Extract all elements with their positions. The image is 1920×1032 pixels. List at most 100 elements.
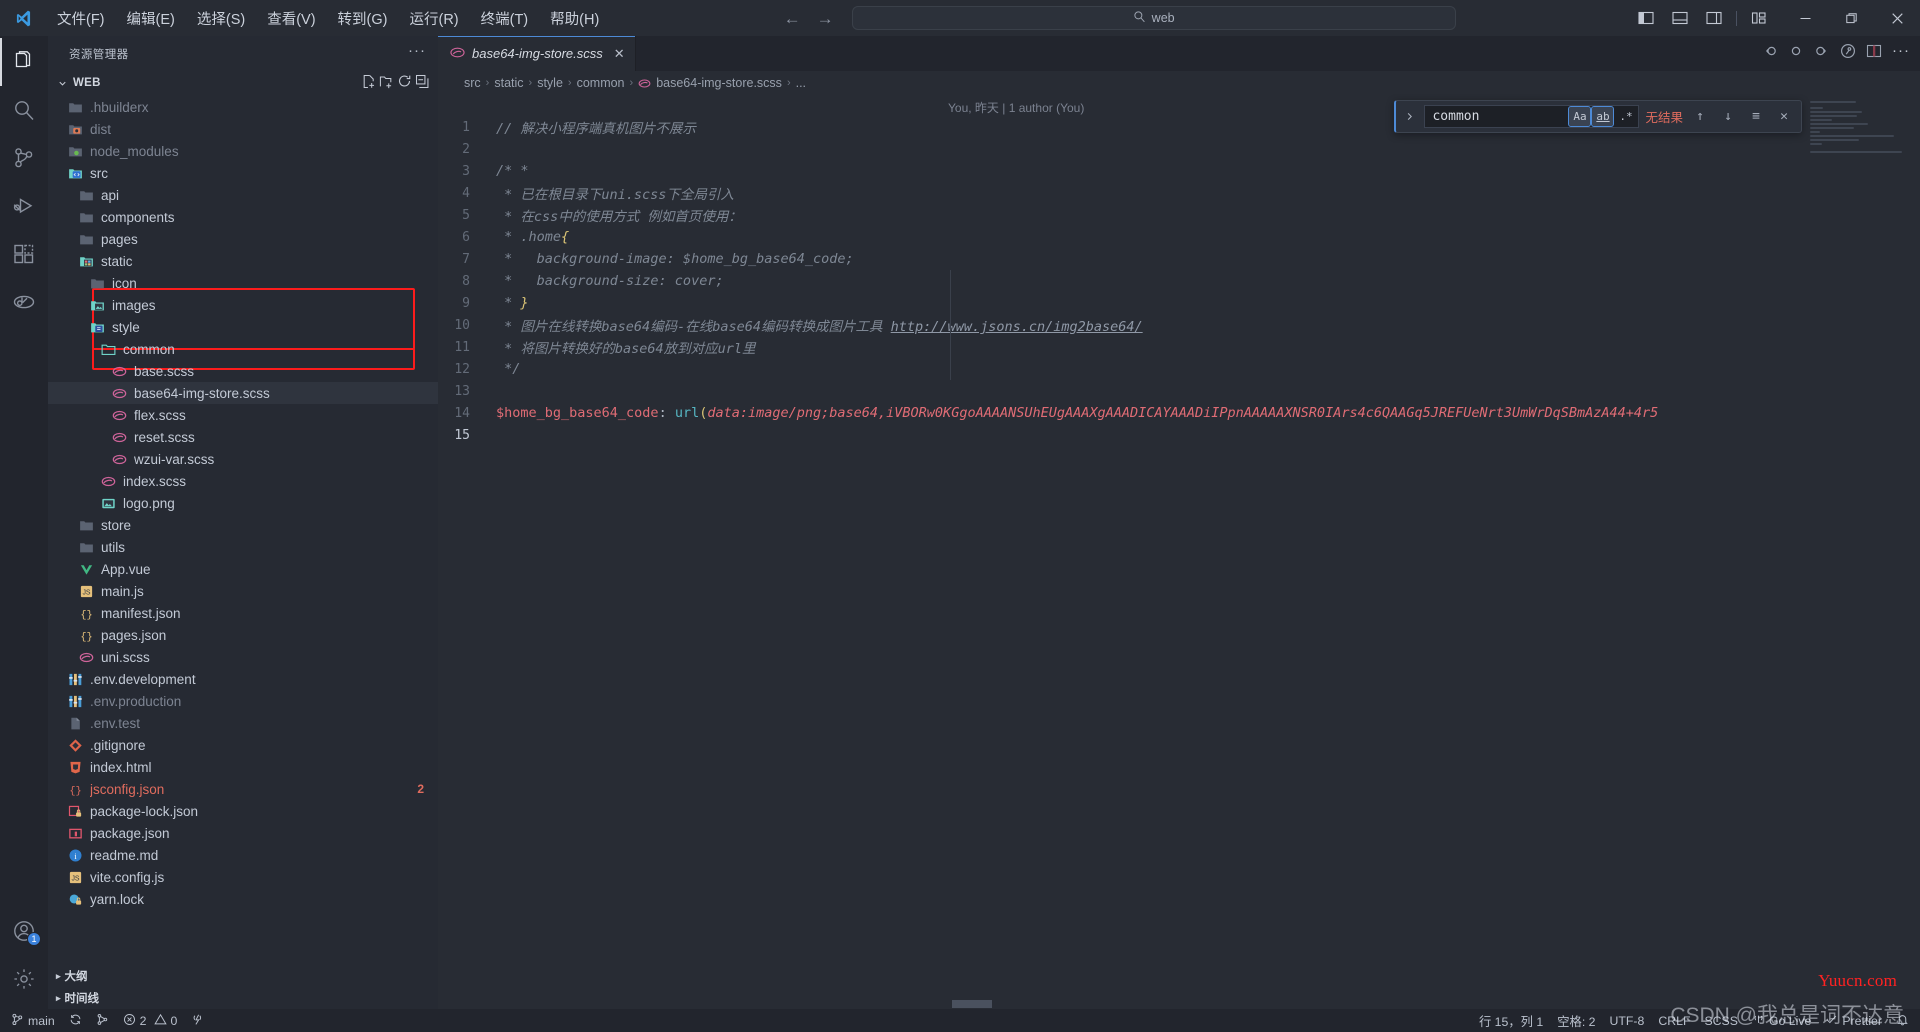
close-tab-icon[interactable]: ✕ [614, 46, 625, 62]
toggle-primary-sidebar-icon[interactable] [1629, 0, 1663, 36]
tree-item-flex-scss[interactable]: flex.scss [48, 404, 438, 426]
tree-item--hbuilderx[interactable]: .hbuilderx [48, 96, 438, 118]
tree-item-style[interactable]: style [48, 316, 438, 338]
code-line[interactable]: 2 [438, 138, 1920, 160]
tree-item-index-html[interactable]: index.html [48, 756, 438, 778]
tree-item-common[interactable]: common [48, 338, 438, 360]
breadcrumb-item[interactable]: base64-img-store.scss [656, 76, 782, 90]
tree-item-package-lock-json[interactable]: package-lock.json [48, 800, 438, 822]
sidebar-section-timeline[interactable]: ▸时间线 [48, 987, 438, 1009]
tree-item-logo-png[interactable]: logo.png [48, 492, 438, 514]
toggle-panel-icon[interactable] [1663, 0, 1697, 36]
activity-accounts[interactable]: 1 [0, 907, 48, 955]
menu-run[interactable]: 运行(R) [398, 0, 469, 36]
tree-item-images[interactable]: images [48, 294, 438, 316]
command-center-search[interactable]: web [852, 6, 1456, 30]
tree-item-api[interactable]: api [48, 184, 438, 206]
status-ports[interactable] [184, 1009, 211, 1032]
tree-item-index-scss[interactable]: index.scss [48, 470, 438, 492]
tree-item-jsconfig-json[interactable]: {}jsconfig.json2 [48, 778, 438, 800]
split-editor-icon[interactable] [1866, 43, 1882, 64]
code-line[interactable]: 4 * 已在根目录下uni.scss下全局引入 [438, 182, 1920, 204]
code-line[interactable]: 7 * background-image: $home_bg_base64_co… [438, 248, 1920, 270]
tree-item-static[interactable]: static [48, 250, 438, 272]
code-editor[interactable]: You, 昨天 | 1 author (You) 1// 解决小程序端真机图片不… [438, 94, 1920, 1009]
breadcrumb-item[interactable]: static [494, 76, 523, 90]
tree-item-icon[interactable]: icon [48, 272, 438, 294]
tree-item-base64-img-store-scss[interactable]: base64-img-store.scss [48, 382, 438, 404]
menu-file[interactable]: 文件(F) [46, 0, 116, 36]
source-control-editor-icon[interactable] [1840, 43, 1856, 64]
collapse-all-icon[interactable] [415, 74, 430, 92]
tree-item-package-json[interactable]: package.json [48, 822, 438, 844]
tree-item-vite-config-js[interactable]: JSvite.config.js [48, 866, 438, 888]
tree-item-yarn-lock[interactable]: yarn.lock [48, 888, 438, 910]
tree-item-uni-scss[interactable]: uni.scss [48, 646, 438, 668]
customize-layout-icon[interactable] [1742, 0, 1776, 36]
tree-item-utils[interactable]: utils [48, 536, 438, 558]
file-tree[interactable]: .hbuilderxdistnode_modulessrcapicomponen… [48, 95, 438, 965]
tree-item-reset-scss[interactable]: reset.scss [48, 426, 438, 448]
code-line[interactable]: 13 [438, 380, 1920, 402]
tree-item-manifest-json[interactable]: {}manifest.json [48, 602, 438, 624]
new-file-icon[interactable] [361, 74, 376, 92]
status-encoding[interactable]: UTF-8 [1603, 1009, 1652, 1032]
menu-go[interactable]: 转到(G) [327, 0, 399, 36]
explorer-folder-section-header[interactable]: WEB [48, 71, 438, 95]
tree-item--env-test[interactable]: .env.test [48, 712, 438, 734]
code-line[interactable]: 5 * 在css中的使用方式 例如首页使用： [438, 204, 1920, 226]
code-line[interactable]: 15 [438, 424, 1920, 446]
toggle-replace-icon[interactable] [1400, 111, 1418, 122]
find-previous-button[interactable]: ↑ [1689, 106, 1711, 128]
breadcrumb-item[interactable]: style [537, 76, 563, 90]
tree-item-wzui-var-scss[interactable]: wzui-var.scss [48, 448, 438, 470]
close-find-button[interactable]: ✕ [1773, 106, 1795, 128]
menu-view[interactable]: 查看(V) [256, 0, 326, 36]
code-line[interactable]: 9 * } [438, 292, 1920, 314]
breadcrumb-item[interactable]: ... [796, 76, 806, 90]
activity-settings[interactable] [0, 955, 48, 1003]
forward-arrow-icon[interactable]: → [817, 10, 834, 27]
match-whole-word-option[interactable]: ab [1592, 107, 1613, 126]
editor-tab-base64-img-store[interactable]: base64-img-store.scss ✕ [438, 36, 636, 71]
scrollbar-thumb[interactable] [952, 1000, 992, 1008]
minimize-button[interactable] [1782, 0, 1828, 36]
breadcrumb-item[interactable]: common [577, 76, 625, 90]
tree-item--env-development[interactable]: .env.development [48, 668, 438, 690]
status-indentation[interactable]: 空格: 2 [1550, 1009, 1602, 1032]
activity-extensions[interactable] [0, 230, 48, 278]
code-line[interactable]: 3/* * [438, 160, 1920, 182]
menu-terminal[interactable]: 终端(T) [470, 0, 540, 36]
code-line[interactable]: 8 * background-size: cover; [438, 270, 1920, 292]
find-next-button[interactable]: ↓ [1717, 106, 1739, 128]
tree-item-src[interactable]: src [48, 162, 438, 184]
status-sync[interactable] [62, 1009, 89, 1032]
find-widget[interactable]: common Aa ab .* 无结果 ↑ ↓ ≡ ✕ [1394, 100, 1802, 133]
code-line[interactable]: 10 * 图片在线转换base64编码-在线base64编码转换成图片工具 ht… [438, 314, 1920, 336]
menu-edit[interactable]: 编辑(E) [116, 0, 186, 36]
tree-item-node-modules[interactable]: node_modules [48, 140, 438, 162]
tree-item-components[interactable]: components [48, 206, 438, 228]
tree-item-store[interactable]: store [48, 514, 438, 536]
menu-selection[interactable]: 选择(S) [186, 0, 256, 36]
code-line[interactable]: 14$home_bg_base64_code: url(data:image/p… [438, 402, 1920, 424]
refresh-icon[interactable] [397, 74, 412, 92]
tree-item-dist[interactable]: dist [48, 118, 438, 140]
code-line[interactable]: 6 * .home{ [438, 226, 1920, 248]
breadcrumb[interactable]: src›static›style›common›base64-img-store… [438, 71, 1920, 94]
change-marker-icon[interactable] [1788, 43, 1804, 64]
editor-more-actions[interactable]: ··· [1892, 48, 1910, 59]
activity-run-debug[interactable] [0, 182, 48, 230]
maximize-button[interactable] [1828, 0, 1874, 36]
find-input[interactable]: common Aa ab .* [1424, 105, 1639, 128]
sidebar-section-outline[interactable]: ▸大纲 [48, 965, 438, 987]
menu-help[interactable]: 帮助(H) [539, 0, 610, 36]
go-forward-change-icon[interactable] [1814, 43, 1830, 64]
toggle-secondary-sidebar-icon[interactable] [1697, 0, 1731, 36]
activity-explorer[interactable] [0, 38, 48, 86]
tree-item-readme-md[interactable]: ireadme.md [48, 844, 438, 866]
close-button[interactable] [1874, 0, 1920, 36]
sidebar-more-actions[interactable]: ··· [408, 47, 426, 61]
activity-testing[interactable] [0, 278, 48, 326]
tree-item-pages-json[interactable]: {}pages.json [48, 624, 438, 646]
